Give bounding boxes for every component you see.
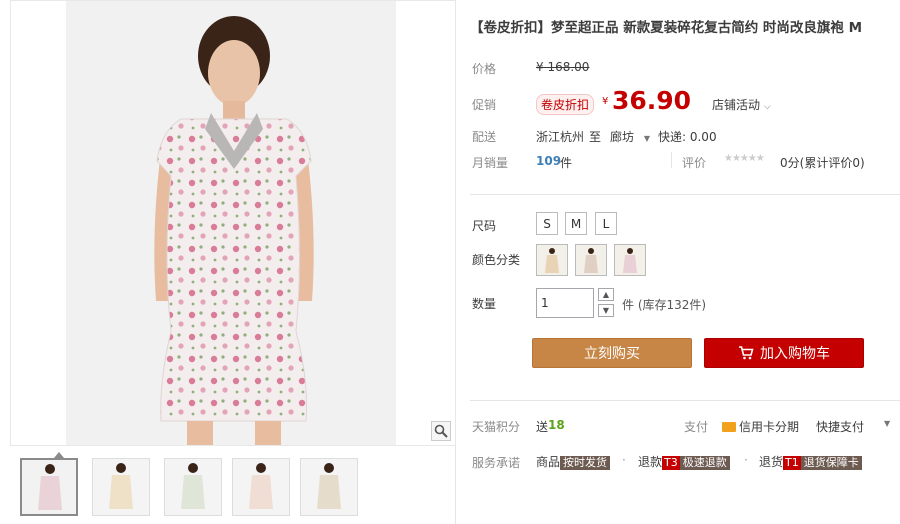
t3-badge: T3 [662, 456, 680, 470]
service-item-return[interactable]: 退货 T1 退货保障卡 [759, 453, 862, 470]
size-option-label: M [570, 216, 582, 231]
service-item-refund[interactable]: 退款 T3 极速退款 [638, 453, 730, 470]
rating-stars-icon: ★★★★★ [724, 153, 765, 164]
dress-model-illustration [154, 16, 314, 445]
points-label: 天猫积分 [472, 420, 521, 434]
sales-divider [671, 152, 672, 168]
zoom-icon[interactable] [431, 421, 451, 441]
thumbnail-3[interactable] [164, 458, 222, 516]
quantity-input[interactable]: 1 [536, 288, 594, 318]
thumbnail-4[interactable] [232, 458, 290, 516]
shipping-fee: 快递: 0.00 [658, 130, 717, 144]
promo-tag: 卷皮折扣 [536, 94, 595, 115]
thumbnail-1[interactable] [20, 458, 78, 516]
price-label: 价格 [472, 62, 497, 76]
section-divider-2 [470, 400, 900, 401]
chevron-down-icon: ⌵ [763, 102, 771, 112]
buy-now-button[interactable]: 立刻购买 [532, 338, 692, 368]
credit-card-icon [722, 422, 736, 432]
shipping-destination: 廊坊 [610, 130, 635, 144]
service-separator: · [622, 453, 626, 467]
color-swatch-3[interactable] [614, 244, 646, 276]
points-send: 送 [536, 420, 549, 434]
size-option-label: S [543, 216, 551, 231]
promo-label: 促销 [472, 98, 497, 112]
service-item-prefix: 退款 [638, 455, 663, 469]
stock-text: 件 (库存132件) [622, 298, 707, 312]
shipping-from: 浙江杭州 [536, 130, 585, 144]
store-activity-dropdown[interactable]: 店铺活动 ⌵ [712, 96, 771, 113]
monthly-sales-unit: 件 [560, 156, 573, 170]
add-to-cart-button[interactable]: 加入购物车 [704, 338, 864, 368]
service-badge: 极速退款 [679, 456, 730, 470]
service-label: 服务承诺 [472, 456, 521, 470]
service-separator: · [744, 453, 748, 467]
points-amount: 18 [548, 418, 565, 432]
size-option-label: L [602, 216, 610, 231]
service-item-prefix: 退货 [759, 455, 784, 469]
size-label: 尺码 [472, 219, 497, 233]
size-option-l[interactable]: L [595, 212, 617, 235]
credit-card-installment[interactable]: 信用卡分期 [722, 418, 799, 435]
shipping-to-word: 至 [589, 130, 602, 144]
size-option-m[interactable]: M [565, 212, 587, 235]
promo-price: 36.90 [612, 86, 692, 115]
service-badge: 退货保障卡 [800, 456, 862, 470]
service-item-prefix: 商品 [536, 455, 561, 469]
promo-currency: ¥ [602, 96, 609, 107]
thumbnail-2[interactable] [92, 458, 150, 516]
cart-icon [739, 346, 754, 360]
rating-label: 评价 [682, 156, 707, 170]
shipping-destination-dropdown[interactable]: 廊坊 ▼ [610, 128, 650, 145]
service-badge: 按时发货 [560, 456, 611, 470]
credit-card-label: 信用卡分期 [739, 420, 800, 434]
quantity-increase-button[interactable]: ▲ [598, 288, 614, 301]
store-activity-label: 店铺活动 [712, 98, 761, 112]
caret-down-icon: ▼ [643, 134, 650, 143]
service-item-shipping[interactable]: 商品 按时发货 [536, 453, 611, 470]
thumbnail-5[interactable] [300, 458, 358, 516]
payment-expand-icon[interactable]: ▼ [884, 419, 890, 428]
section-divider [470, 194, 900, 195]
add-to-cart-label: 加入购物车 [760, 346, 830, 362]
shipping-label: 配送 [472, 130, 497, 144]
color-label: 颜色分类 [472, 253, 521, 267]
thumbnail-strip [10, 452, 456, 522]
quantity-label: 数量 [472, 297, 497, 311]
original-price: ¥ 168.00 [536, 60, 590, 74]
product-title: 【卷皮折扣】梦至超正品 新款夏装碎花复古简约 时尚改良旗袍 M [470, 20, 863, 36]
product-gallery [10, 0, 456, 524]
buy-now-label: 立刻购买 [584, 346, 640, 362]
t1-badge: T1 [783, 456, 801, 470]
monthly-sales-label: 月销量 [472, 156, 509, 170]
color-swatch-2[interactable] [575, 244, 607, 276]
product-detail-panel: 【卷皮折扣】梦至超正品 新款夏装碎花复古简约 时尚改良旗袍 M 价格 ¥ 168… [470, 0, 900, 524]
quantity-decrease-button[interactable]: ▼ [598, 304, 614, 317]
monthly-sales-count: 109 [536, 154, 562, 168]
size-option-s[interactable]: S [536, 212, 558, 235]
main-product-image[interactable] [10, 0, 456, 446]
payment-label: 支付 [684, 420, 709, 434]
color-swatch-1[interactable] [536, 244, 568, 276]
quick-pay-label: 快捷支付 [816, 420, 865, 434]
rating-link[interactable]: 0分(累计评价0) [780, 154, 865, 171]
